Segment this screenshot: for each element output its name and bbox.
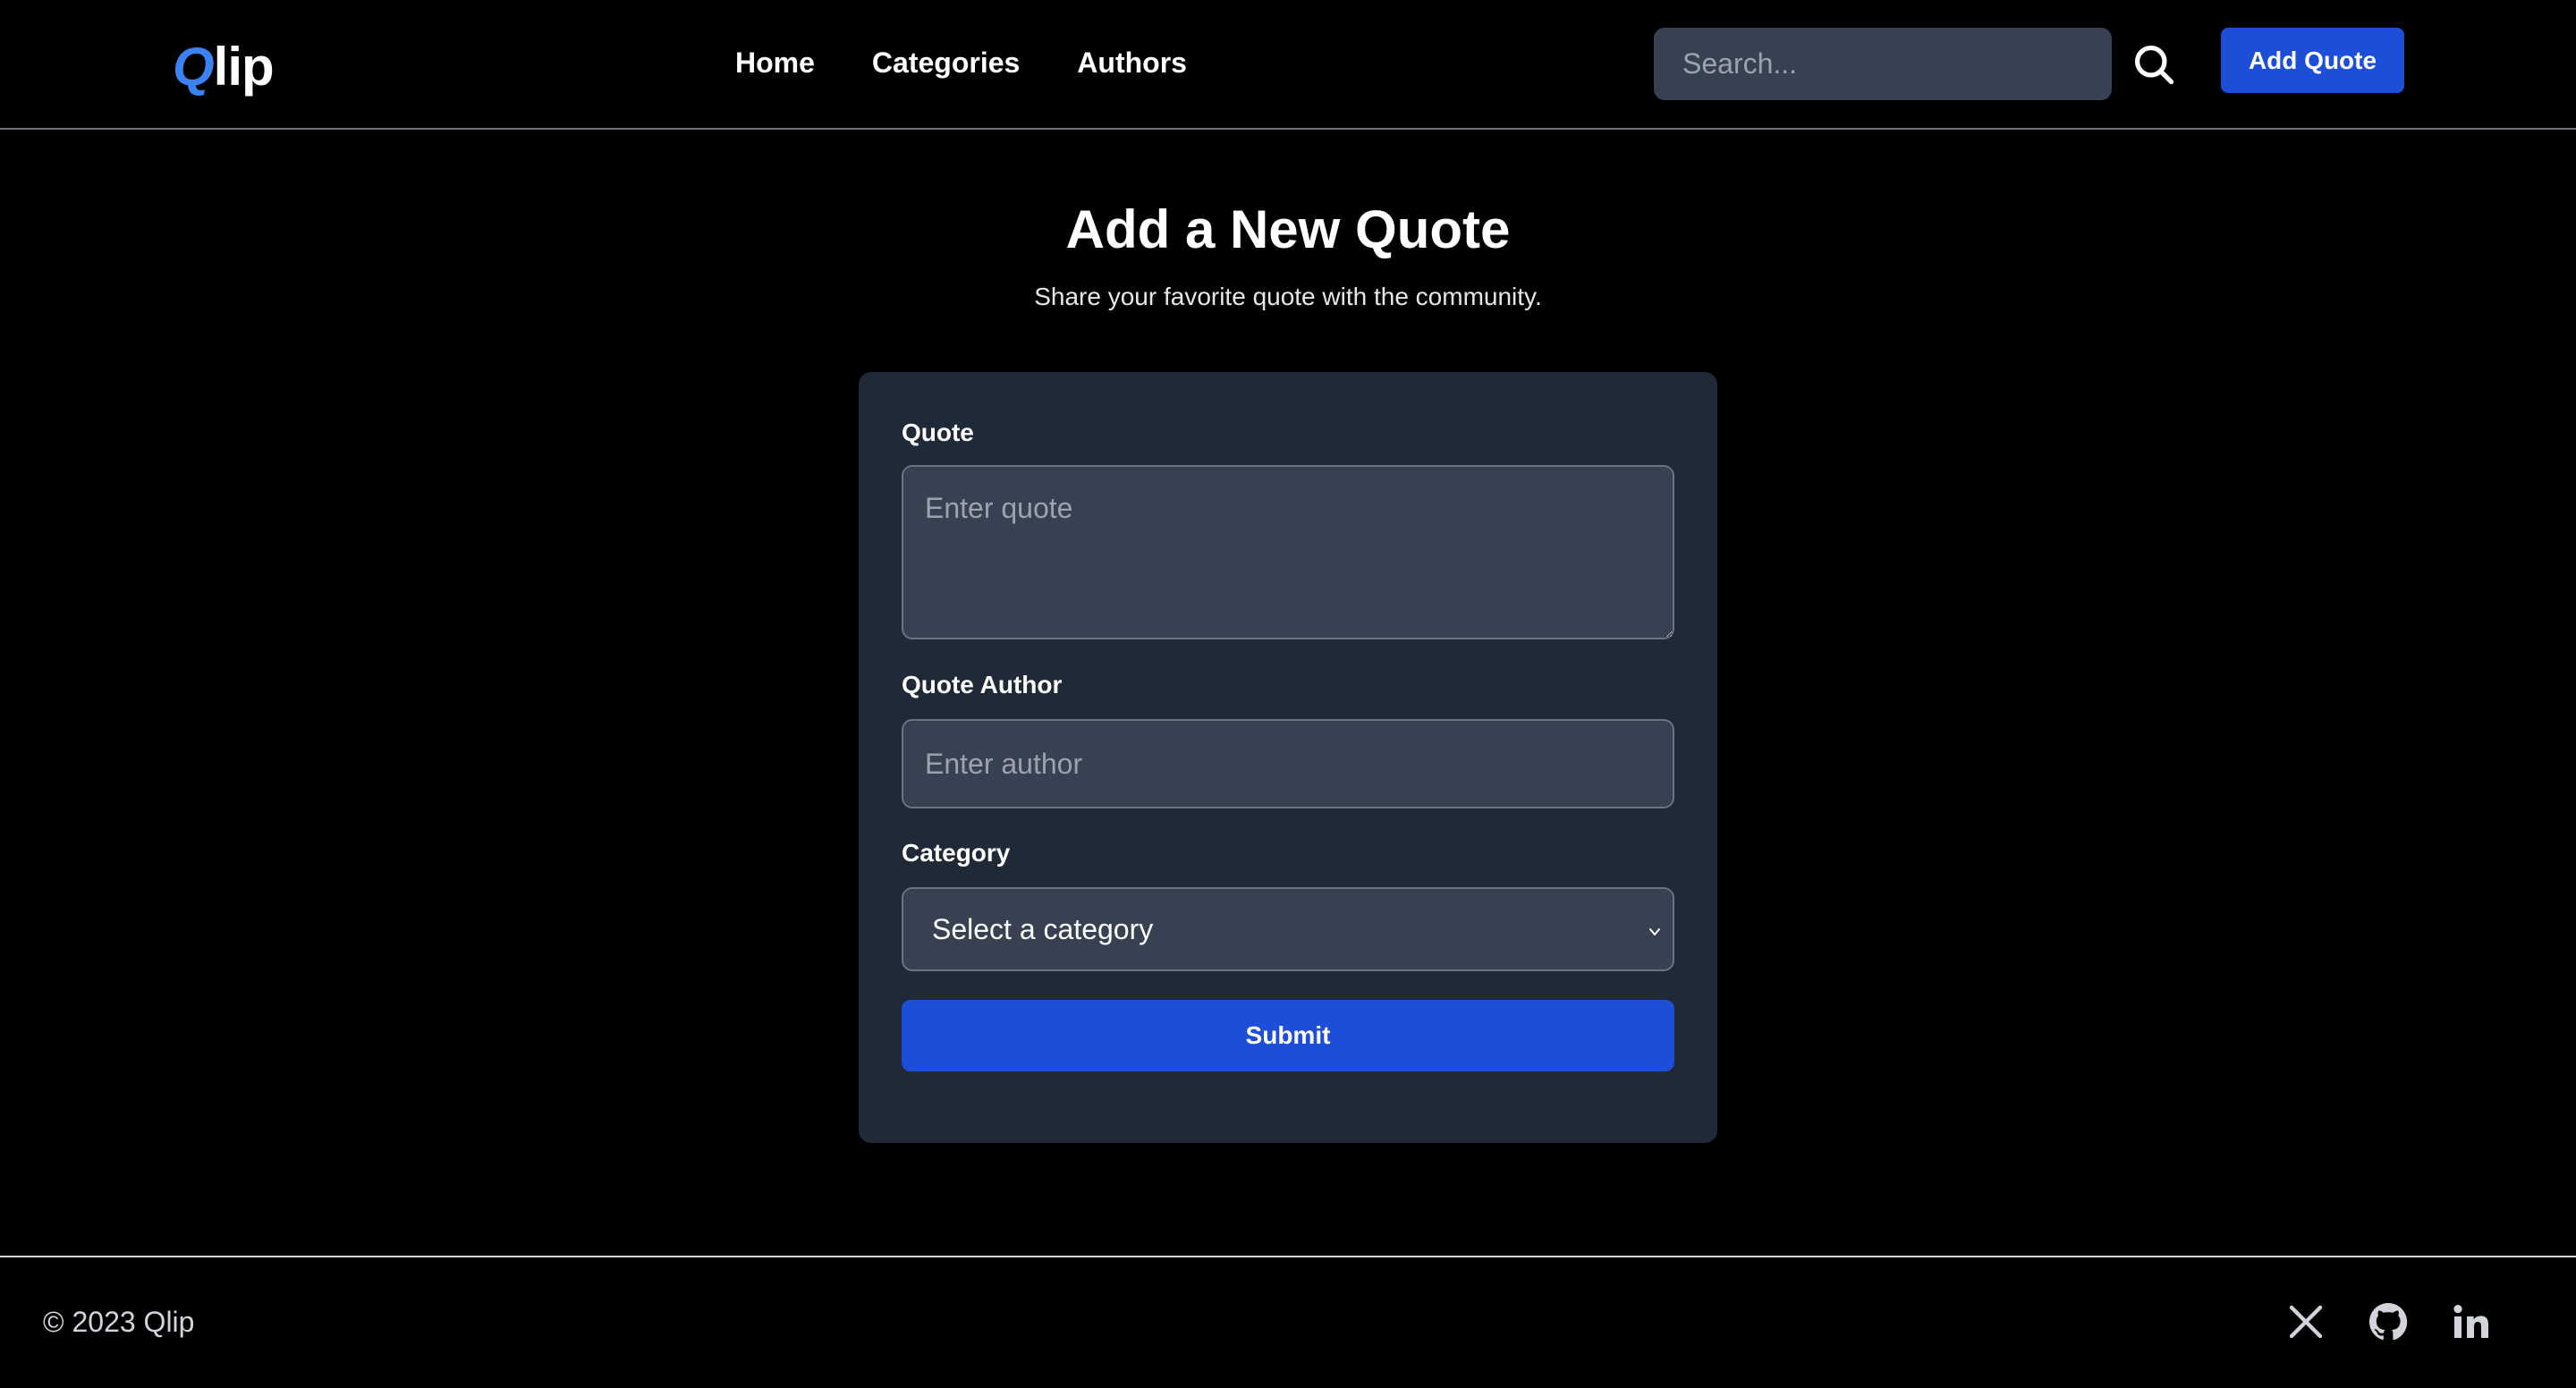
quote-label: Quote [902, 419, 974, 446]
add-quote-button[interactable]: Add Quote [2221, 28, 2404, 93]
search-icon [2134, 45, 2174, 85]
search-button[interactable] [2131, 41, 2177, 88]
chevron-down-icon [1649, 928, 1660, 935]
site-footer: © 2023 Qlip [0, 1256, 2576, 1388]
category-label: Category [902, 839, 1011, 867]
site-header: Qlip Home Categories Authors Add Quote [0, 0, 2576, 130]
copyright: © 2023 Qlip [43, 1306, 195, 1338]
page-subtitle: Share your favorite quote with the commu… [1034, 283, 1542, 310]
author-label: Quote Author [902, 671, 1063, 698]
author-input[interactable] [902, 719, 1674, 808]
quote-textarea[interactable] [902, 465, 1674, 639]
submit-button[interactable]: Submit [902, 1000, 1674, 1071]
nav-authors[interactable]: Authors [1077, 47, 1187, 80]
linkedin-link[interactable] [2449, 1300, 2492, 1343]
logo[interactable]: Qlip [173, 36, 275, 97]
category-selected-value: Select a category [932, 912, 1154, 945]
nav-categories[interactable]: Categories [872, 47, 1020, 80]
search-input[interactable] [1654, 28, 2112, 100]
logo-q: Q [173, 37, 215, 97]
add-quote-form: Quote Quote Author Category Select a cat… [859, 372, 1717, 1143]
x-link[interactable] [2284, 1300, 2327, 1343]
logo-text: lip [213, 37, 275, 97]
github-link[interactable] [2367, 1300, 2410, 1343]
x-icon [2289, 1305, 2323, 1339]
page-title: Add a New Quote [1065, 199, 1511, 259]
category-select[interactable]: Select a category [902, 887, 1674, 971]
github-icon [2369, 1303, 2408, 1341]
main-nav: Home Categories Authors [735, 47, 1187, 80]
linkedin-icon [2453, 1305, 2488, 1338]
nav-home[interactable]: Home [735, 47, 815, 80]
